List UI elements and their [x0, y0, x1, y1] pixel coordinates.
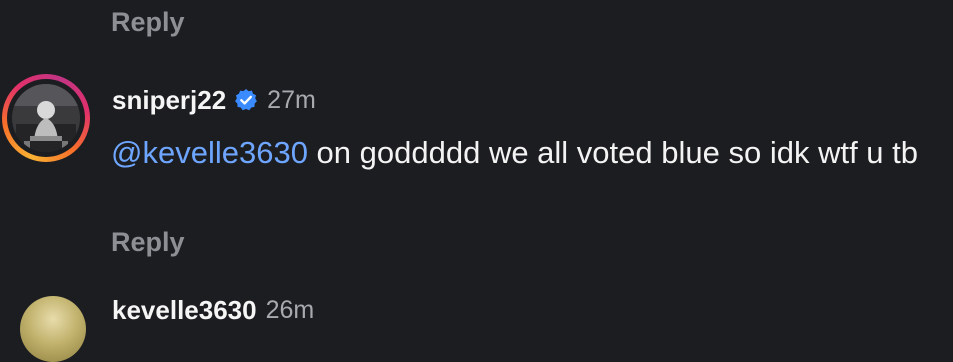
verified-badge-icon [234, 88, 258, 112]
avatar-kevelle3630[interactable] [20, 296, 86, 362]
reply-button[interactable]: Reply [111, 7, 185, 38]
comment-header: sniperj22 27m [112, 83, 316, 117]
comment-text: @kevelle3630 on goddddd we all voted blu… [111, 133, 941, 173]
reply-button[interactable]: Reply [111, 227, 185, 258]
next-comment-timestamp: 26m [265, 296, 315, 324]
next-comment-username[interactable]: kevelle3630 [112, 295, 257, 326]
avatar [12, 84, 80, 152]
comment-timestamp: 27m [267, 85, 316, 114]
comment-username[interactable]: sniperj22 [112, 85, 226, 116]
comment-message: on goddddd we all voted blue so idk wtf … [307, 135, 919, 170]
story-avatar-sniperj22[interactable] [2, 74, 90, 162]
avatar-photo-icon [12, 84, 80, 152]
mention-link[interactable]: @kevelle3630 [111, 135, 308, 170]
next-comment-header: kevelle3630 26m [112, 295, 314, 326]
